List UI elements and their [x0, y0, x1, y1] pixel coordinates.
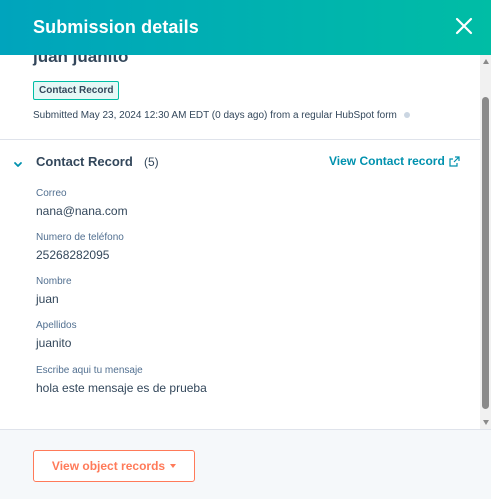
panel-footer: View object records	[0, 430, 491, 499]
caret-down-icon	[170, 464, 177, 468]
view-contact-record-link[interactable]: View Contact record	[329, 154, 460, 168]
chevron-down-icon[interactable]	[13, 156, 23, 174]
external-link-icon	[449, 155, 460, 167]
info-dot-icon[interactable]	[403, 112, 410, 119]
close-button[interactable]	[453, 15, 475, 37]
field-label: Numero de teléfono	[36, 232, 124, 243]
field-apellidos: Apellidos juanito	[36, 320, 77, 350]
field-nombre: Nombre juan	[36, 276, 72, 306]
field-value: nana@nana.com	[36, 204, 128, 218]
view-object-records-button[interactable]: View object records	[33, 450, 195, 482]
field-telefono: Numero de teléfono 25268282095	[36, 232, 124, 262]
panel-title: Submission details	[33, 17, 199, 37]
close-icon	[455, 17, 473, 35]
divider	[0, 139, 480, 140]
field-value: 25268282095	[36, 248, 110, 262]
field-value: juanito	[36, 336, 72, 350]
scroll-up-icon[interactable]	[483, 59, 489, 64]
submitted-info: Submitted May 23, 2024 12:30 AM EDT (0 d…	[33, 110, 473, 121]
field-label: Nombre	[36, 276, 72, 287]
section-title[interactable]: Contact Record	[36, 154, 133, 169]
field-label: Escribe aqui tu mensaje	[36, 365, 143, 376]
scrollbar[interactable]	[480, 55, 491, 429]
field-value: hola este mensaje es de prueba	[36, 381, 207, 395]
submission-content[interactable]: juan juanito Contact Record Submitted Ma…	[0, 55, 480, 429]
section-count: (5)	[144, 155, 159, 169]
contact-record-section-header: Contact Record (5) View Contact record	[0, 150, 480, 174]
field-label: Apellidos	[36, 320, 77, 331]
view-object-records-label: View object records	[51, 459, 166, 473]
submitter-name: juan juanito	[33, 55, 129, 66]
scroll-down-icon[interactable]	[483, 420, 489, 425]
field-correo: Correo nana@nana.com	[36, 188, 128, 218]
submitted-text: Submitted May 23, 2024 12:30 AM EDT (0 d…	[33, 110, 397, 121]
field-label: Correo	[36, 188, 67, 199]
field-mensaje: Escribe aqui tu mensaje hola este mensaj…	[36, 365, 207, 395]
field-value: juan	[36, 292, 59, 306]
panel-header: Submission details	[0, 0, 491, 55]
view-contact-record-label: View Contact record	[329, 154, 445, 168]
scroll-thumb[interactable]	[482, 97, 489, 409]
record-type-tag: Contact Record	[33, 81, 120, 100]
